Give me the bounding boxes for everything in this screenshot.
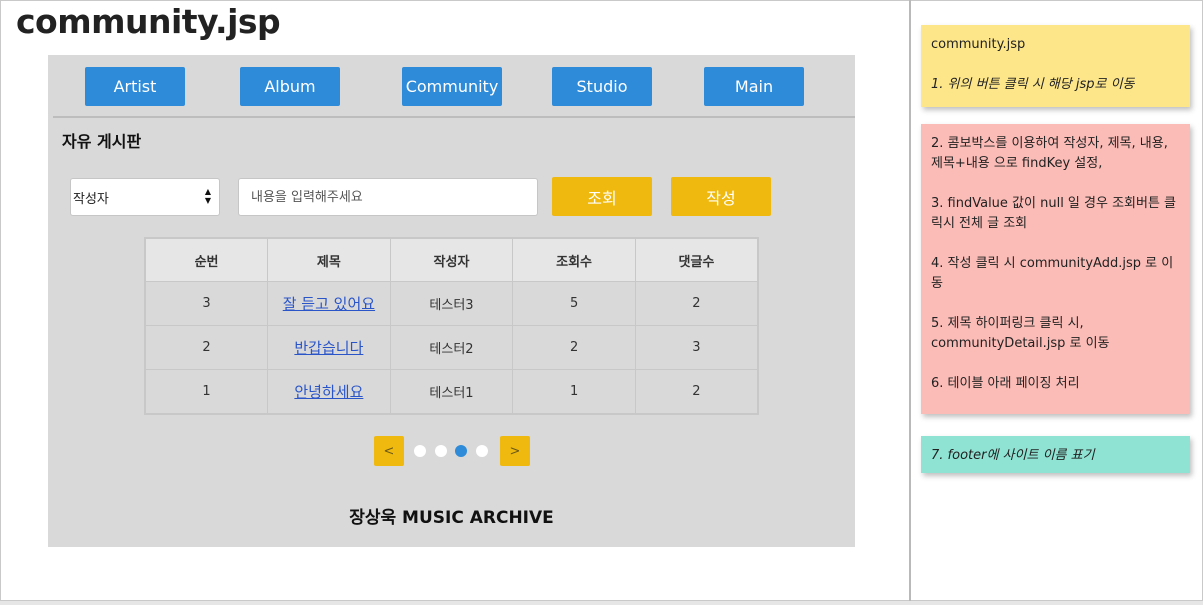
nav-button-studio[interactable]: Studio <box>552 67 652 106</box>
sticky-note-pink: 2. 콤보박스를 이용하여 작성자, 제목, 내용, 제목+내용 으로 find… <box>921 124 1190 414</box>
nav-button-community[interactable]: Community <box>402 67 502 106</box>
post-title-link[interactable]: 반갑습니다 <box>294 339 363 357</box>
note-text: 5. 제목 하이퍼링크 클릭 시, communityDetail.jsp 로 … <box>931 316 1110 351</box>
find-key-select[interactable]: 작성자 ▲ ▼ <box>70 178 220 216</box>
column-header-views: 조회수 <box>512 237 636 282</box>
cell-no: 3 <box>144 281 269 326</box>
cell-title: 반갑습니다 <box>267 325 391 370</box>
board-title: 자유 게시판 <box>62 132 142 151</box>
select-arrows-icon: ▲ ▼ <box>204 187 212 205</box>
cell-comments: 2 <box>634 281 759 326</box>
page-dot-2[interactable] <box>435 445 447 457</box>
next-page-button[interactable]: > <box>500 436 530 466</box>
page-dot-4[interactable] <box>476 445 488 457</box>
page-dot-1[interactable] <box>414 445 426 457</box>
sticky-note-teal: 7. footer에 사이트 이름 표기 <box>921 436 1190 473</box>
note-text: 2. 콤보박스를 이용하여 작성자, 제목, 내용, 제목+내용 으로 find… <box>931 136 1168 171</box>
find-key-select-value: 작성자 <box>73 191 109 207</box>
column-header-comments: 댓글수 <box>634 237 759 282</box>
nav-button-album[interactable]: Album <box>240 67 340 106</box>
cell-author: 테스터2 <box>389 325 514 370</box>
table-row: 3 잘 듣고 있어요 테스터3 5 2 <box>144 281 759 326</box>
bottom-strip <box>0 601 1203 605</box>
note-text: community.jsp <box>931 37 1026 52</box>
nav-divider <box>53 116 855 118</box>
column-header-author: 작성자 <box>389 237 514 282</box>
search-button[interactable]: 조회 <box>552 177 652 216</box>
search-input[interactable] <box>238 178 538 216</box>
page-dot-3-active[interactable] <box>455 445 467 457</box>
cell-no: 1 <box>144 369 269 415</box>
write-button[interactable]: 작성 <box>671 177 771 216</box>
prev-page-button[interactable]: < <box>374 436 404 466</box>
column-header-title: 제목 <box>267 237 391 282</box>
table-header-row: 순번 제목 작성자 조회수 댓글수 <box>144 237 759 282</box>
cell-no: 2 <box>144 325 269 370</box>
note-text: 4. 작성 클릭 시 communityAdd.jsp 로 이동 <box>931 256 1174 291</box>
post-title-link[interactable]: 안녕하세요 <box>294 383 363 401</box>
column-header-no: 순번 <box>144 237 269 282</box>
site-footer: 장상욱 MUSIC ARCHIVE <box>349 508 554 528</box>
note-text: 1. 위의 버튼 클릭 시 해당 jsp로 이동 <box>931 77 1135 92</box>
cell-comments: 3 <box>634 325 759 370</box>
note-text: 3. findValue 값이 null 일 경우 조회버튼 클릭시 전체 글 … <box>931 196 1177 231</box>
cell-author: 테스터3 <box>389 281 514 326</box>
note-text: 6. 테이블 아래 페이징 처리 <box>931 376 1080 391</box>
board-table: 순번 제목 작성자 조회수 댓글수 3 잘 듣고 있어요 테스터3 5 2 2 … <box>144 237 759 415</box>
post-title-link[interactable]: 잘 듣고 있어요 <box>283 295 375 313</box>
cell-title: 안녕하세요 <box>267 369 391 415</box>
page-title: community.jsp <box>16 2 281 41</box>
table-row: 1 안녕하세요 테스터1 1 2 <box>144 369 759 415</box>
table-row: 2 반갑습니다 테스터2 2 3 <box>144 325 759 370</box>
cell-views: 1 <box>512 369 636 415</box>
nav-button-main[interactable]: Main <box>704 67 804 106</box>
cell-views: 2 <box>512 325 636 370</box>
cell-comments: 2 <box>634 369 759 415</box>
community-page-mockup: Artist Album Community Studio Main 자유 게시… <box>48 55 855 547</box>
nav-button-artist[interactable]: Artist <box>85 67 185 106</box>
sticky-note-yellow: community.jsp 1. 위의 버튼 클릭 시 해당 jsp로 이동 <box>921 25 1190 107</box>
cell-author: 테스터1 <box>389 369 514 415</box>
cell-title: 잘 듣고 있어요 <box>267 281 391 326</box>
cell-views: 5 <box>512 281 636 326</box>
note-text: 7. footer에 사이트 이름 표기 <box>931 448 1095 463</box>
